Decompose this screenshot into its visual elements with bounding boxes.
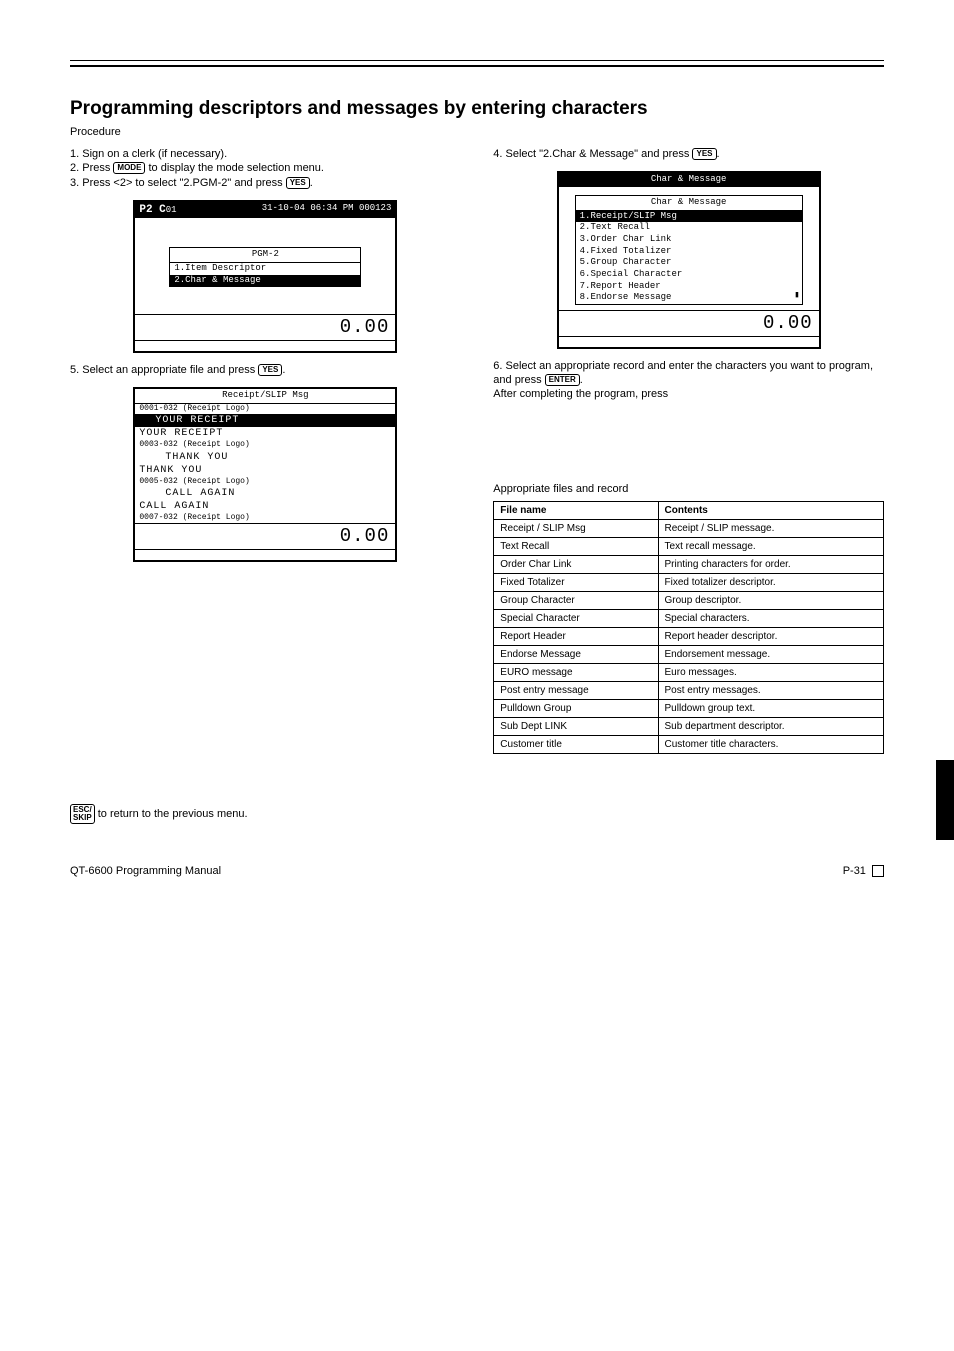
table-row: Group CharacterGroup descriptor. xyxy=(494,592,884,610)
mi-endorse-msg[interactable]: 8.Endorse Message xyxy=(576,292,802,304)
screen1-menu: PGM-2 1.Item Descriptor 2.Char & Message xyxy=(169,247,361,287)
screen2-menu: Char & Message 1.Receipt/SLIP Msg 2.Text… xyxy=(575,195,803,305)
step1-mid: 2. Press xyxy=(70,162,110,174)
step4-text: 5. Select an appropriate file and press xyxy=(70,364,255,376)
row-0003-val: THANK YOU xyxy=(135,464,395,477)
screen2-title: Char & Message xyxy=(651,174,727,186)
screen1-datetime: 31-10-04 06:34 PM 000123 xyxy=(262,203,392,217)
yes-key-1[interactable]: YES xyxy=(286,177,310,189)
step6-tail: to return to the previous menu. xyxy=(98,808,248,820)
step1-prefix: 1. Sign on a clerk (if necessary). xyxy=(70,148,227,160)
table-row: EURO messageEuro messages. xyxy=(494,664,884,682)
table-row: Sub Dept LINKSub department descriptor. xyxy=(494,718,884,736)
index-heading: Appropriate files and record xyxy=(493,482,884,496)
table-row: Receipt / SLIP MsgReceipt / SLIP message… xyxy=(494,520,884,538)
screen-char-message: Char & Message Char & Message 1.Receipt/… xyxy=(557,171,821,349)
mi-receipt-slip[interactable]: 1.Receipt/SLIP Msg xyxy=(576,211,802,223)
step2-period: . xyxy=(310,177,313,189)
row-0003-ind: THANK YOU xyxy=(135,451,395,464)
esc-skip-key[interactable]: ESC/SKIP xyxy=(70,804,95,824)
mi-special-char[interactable]: 6.Special Character xyxy=(576,269,802,281)
step3: 4. Select "2.Char & Message" and press Y… xyxy=(493,147,884,161)
table-row: Order Char LinkPrinting characters for o… xyxy=(494,556,884,574)
page-sq-icon xyxy=(872,865,884,877)
row-0007-label: 0007-032 (Receipt Logo) xyxy=(135,513,395,523)
table-row: Special CharacterSpecial characters. xyxy=(494,610,884,628)
screen-pgm2: P2 C01 31-10-04 06:34 PM 000123 PGM-2 1.… xyxy=(133,200,397,353)
screen1-left: P2 C xyxy=(139,204,165,216)
mode-key[interactable]: MODE xyxy=(113,162,145,174)
thumb-tab xyxy=(936,760,954,840)
step5-tail: After completing the program, press xyxy=(493,388,668,400)
screen2-amount: 0.00 xyxy=(559,310,819,336)
table-row: Fixed TotalizerFixed totalizer descripto… xyxy=(494,574,884,592)
table-row: Customer titleCustomer title characters. xyxy=(494,736,884,754)
screen2-topbar: Char & Message xyxy=(559,173,819,187)
screen2-menu-title: Char & Message xyxy=(576,196,802,211)
header-rule xyxy=(70,60,884,67)
mi-order-char[interactable]: 3.Order Char Link xyxy=(576,234,802,246)
step2-text: 3. Press <2> to select "2.PGM-2" and pre… xyxy=(70,177,283,189)
index-table: File name Contents Receipt / SLIP MsgRec… xyxy=(493,501,884,754)
mi-report-header[interactable]: 7.Report Header xyxy=(576,281,802,293)
table-row: Post entry messagePost entry messages. xyxy=(494,682,884,700)
mi-fixed-totalizer[interactable]: 4.Fixed Totalizer xyxy=(576,246,802,258)
procedure-label: Procedure xyxy=(70,125,884,139)
mi-group-char[interactable]: 5.Group Character xyxy=(576,257,802,269)
row-0005-ind: CALL AGAIN xyxy=(135,487,395,500)
step5: 6. Select an appropriate record and ente… xyxy=(493,359,884,402)
step1-tail: to display the mode selection menu. xyxy=(148,162,324,174)
enter-key[interactable]: ENTER xyxy=(545,374,580,386)
step4: 5. Select an appropriate file and press … xyxy=(70,363,461,377)
right-column: 4. Select "2.Char & Message" and press Y… xyxy=(493,147,884,774)
screen1-topbar: P2 C01 31-10-04 06:34 PM 000123 xyxy=(135,202,395,218)
row-0005-label: 0005-032 (Receipt Logo) xyxy=(135,477,395,487)
step6: ESC/SKIP to return to the previous menu. xyxy=(70,804,884,824)
row-0001-label: 0001-032 (Receipt Logo) xyxy=(135,404,395,414)
row-0001-sel[interactable]: YOUR RECEIPT xyxy=(135,414,395,427)
page-footer: QT-6600 Programming Manual P-31 xyxy=(70,864,884,878)
screen3-amount: 0.00 xyxy=(135,523,395,549)
mi-text-recall[interactable]: 2.Text Recall xyxy=(576,222,802,234)
scroll-indicator-icon: ▮ xyxy=(794,290,799,302)
screen1-left-small: 01 xyxy=(166,205,177,215)
th-contents: Contents xyxy=(658,502,883,520)
row-0005-val: CALL AGAIN xyxy=(135,500,395,513)
table-row: Text RecallText recall message. xyxy=(494,538,884,556)
screen1-amount: 0.00 xyxy=(135,314,395,340)
table-row: Pulldown GroupPulldown group text. xyxy=(494,700,884,718)
footer-page: P-31 xyxy=(843,865,866,877)
menu-char-message[interactable]: 2.Char & Message xyxy=(170,275,360,287)
step-1-2: 1. Sign on a clerk (if necessary). 2. Pr… xyxy=(70,147,461,190)
footer-model: QT-6600 Programming Manual xyxy=(70,864,221,878)
screen1-menu-title: PGM-2 xyxy=(170,248,360,263)
row-0001-val: YOUR RECEIPT xyxy=(135,427,395,440)
left-column: 1. Sign on a clerk (if necessary). 2. Pr… xyxy=(70,147,461,774)
yes-key-2[interactable]: YES xyxy=(258,364,282,376)
page-title: Programming descriptors and messages by … xyxy=(70,97,884,122)
menu-item-descriptor[interactable]: 1.Item Descriptor xyxy=(170,263,360,275)
yes-key-3[interactable]: YES xyxy=(692,148,716,160)
screen-receipt-msg: Receipt/SLIP Msg 0001-032 (Receipt Logo)… xyxy=(133,387,397,562)
row-0003-label: 0003-032 (Receipt Logo) xyxy=(135,440,395,450)
table-row: Endorse MessageEndorsement message. xyxy=(494,646,884,664)
table-row: Report HeaderReport header descriptor. xyxy=(494,628,884,646)
step3-text: 4. Select "2.Char & Message" and press xyxy=(493,148,689,160)
th-file: File name xyxy=(494,502,658,520)
screen3-title: Receipt/SLIP Msg xyxy=(135,389,395,404)
